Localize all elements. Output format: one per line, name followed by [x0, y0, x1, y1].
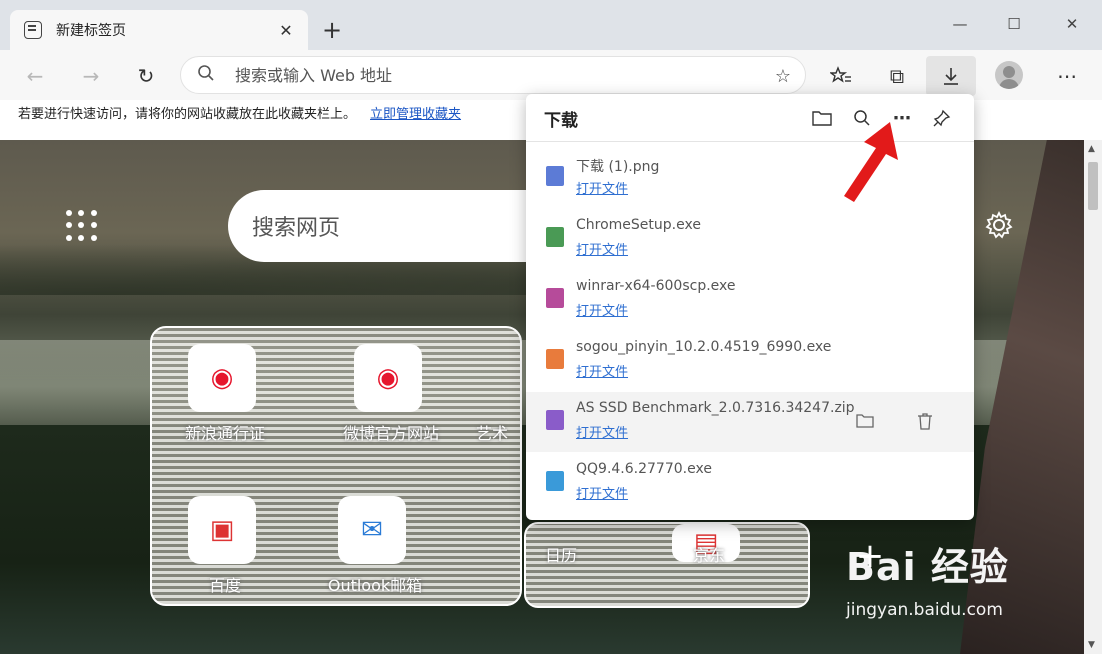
favorites-bar-hint: 若要进行快速访问，请将你的网站收藏放在此收藏夹栏上。 [18, 107, 357, 122]
downloads-title: 下载 [544, 111, 578, 131]
collections-button[interactable]: ⧉ [880, 59, 914, 93]
outlook-icon: ✉ [338, 496, 406, 564]
downloads-button[interactable] [926, 56, 976, 96]
page-scrollbar[interactable]: ▲ ▼ [1084, 140, 1102, 654]
download-filename: 下载 (1).png [576, 159, 660, 175]
qq-file-icon [546, 471, 564, 491]
open-downloads-folder-icon[interactable] [808, 104, 836, 132]
scroll-thumb[interactable] [1088, 162, 1098, 210]
pin-icon[interactable] [928, 104, 956, 132]
open-file-link[interactable]: 打开文件 [576, 239, 628, 258]
download-filename: AS SSD Benchmark_2.0.7316.34247.zip [576, 400, 855, 416]
quick-link-label: Outlook邮箱 [327, 576, 423, 595]
quick-link-tile[interactable]: ▣ 百度 [150, 496, 300, 596]
web-search-placeholder: 搜索网页 [252, 216, 341, 241]
watermark-url: jingyan.baidu.com [846, 600, 1003, 620]
tab-close-icon[interactable]: ✕ [276, 20, 296, 40]
address-bar[interactable]: ☆ [180, 56, 806, 94]
app-launcher-icon[interactable] [66, 210, 98, 242]
downloads-panel: 下载 ⋯ 下载 (1).png 打开文件 ChromeSetup.exe 打开文… [526, 94, 974, 520]
open-file-link[interactable]: 打开文件 [576, 361, 628, 380]
scroll-up-arrow-icon[interactable]: ▲ [1088, 144, 1095, 154]
quick-link-tile[interactable]: 艺术 [442, 344, 522, 444]
installer-file-icon [546, 227, 564, 247]
tab-title: 新建标签页 [56, 23, 126, 39]
open-file-link[interactable]: 打开文件 [576, 483, 628, 502]
download-item[interactable]: winrar-x64-600scp.exe 打开文件 [526, 270, 974, 330]
quick-link-label: 京东 [692, 546, 725, 565]
add-favorite-icon[interactable]: ☆ [771, 64, 795, 88]
download-filename: QQ9.4.6.27770.exe [576, 461, 712, 477]
quick-link-tile[interactable]: ✉ Outlook邮箱 [300, 496, 450, 596]
download-filename: winrar-x64-600scp.exe [576, 278, 736, 294]
download-filename: sogou_pinyin_10.2.0.4519_6990.exe [576, 339, 832, 355]
open-file-link[interactable]: 打开文件 [576, 178, 628, 197]
profile-avatar[interactable] [995, 61, 1023, 89]
quick-link-label: 艺术 [475, 424, 508, 443]
delete-icon[interactable] [912, 408, 938, 434]
image-file-icon [546, 166, 564, 186]
search-icon [197, 64, 219, 86]
favorites-button[interactable] [824, 59, 858, 93]
address-input[interactable] [235, 65, 735, 85]
download-item[interactable]: 下载 (1).png 打开文件 [526, 148, 974, 208]
minimize-button[interactable]: — [940, 10, 980, 38]
quick-link-label: 新浪通行证 [184, 424, 265, 443]
toolbar: ← → ↻ ☆ ⧉ ⋯ [0, 50, 1102, 100]
download-item[interactable]: sogou_pinyin_10.2.0.4519_6990.exe 打开文件 [526, 331, 974, 391]
sogou-file-icon [546, 349, 564, 369]
download-item[interactable]: ChromeSetup.exe 打开文件 [526, 209, 974, 269]
download-item[interactable]: AS SSD Benchmark_2.0.7316.34247.zip 打开文件 [526, 392, 974, 452]
maximize-button[interactable]: ☐ [994, 10, 1034, 38]
baidu-icon: ▣ [188, 496, 256, 564]
tab-strip: 新建标签页 ✕ + — ☐ ✕ [0, 0, 1102, 50]
manage-favorites-link[interactable]: 立即管理收藏夹 [370, 107, 461, 122]
show-in-folder-icon[interactable] [852, 408, 878, 434]
download-item[interactable]: QQ9.4.6.27770.exe 打开文件 [526, 453, 974, 513]
quick-links-row-2-more: 日历 ▤ 京东 [524, 522, 810, 608]
back-button[interactable]: ← [18, 59, 52, 93]
refresh-button[interactable]: ↻ [129, 59, 163, 93]
quick-link-tile[interactable]: ◉ 新浪通行证 [150, 344, 300, 444]
tab-new-tab[interactable]: 新建标签页 ✕ [10, 10, 308, 50]
weibo-icon: ◉ [188, 344, 256, 412]
quick-links-row-1-2: ◉ 新浪通行证 ◉ 微博官方网站 艺术 ▣ 百度 ✉ Outlook邮箱 [150, 326, 522, 606]
watermark-logo: Bai 经验 [846, 545, 1009, 589]
page-settings-gear-icon[interactable] [982, 208, 1016, 242]
web-search-box[interactable]: 搜索网页 [228, 190, 538, 262]
settings-more-button[interactable]: ⋯ [1050, 59, 1084, 93]
scroll-down-arrow-icon[interactable]: ▼ [1088, 640, 1095, 650]
quick-link-label: 百度 [208, 576, 241, 595]
download-filename: ChromeSetup.exe [576, 217, 701, 233]
window-close-button[interactable]: ✕ [1052, 10, 1092, 38]
forward-button[interactable]: → [74, 59, 108, 93]
new-tab-button[interactable]: + [318, 16, 346, 44]
downloads-header: 下载 ⋯ [526, 94, 974, 142]
open-file-link[interactable]: 打开文件 [576, 422, 628, 441]
winrar-file-icon [546, 288, 564, 308]
red-arrow-annotation [844, 122, 898, 202]
baidu-jingyan-watermark: Bai 经验 jingyan.baidu.com [846, 536, 1046, 636]
archive-file-icon [546, 410, 564, 430]
new-tab-page-icon [24, 21, 42, 39]
open-file-link[interactable]: 打开文件 [576, 300, 628, 319]
quick-link-label: 日历 [544, 546, 577, 565]
weibo-icon: ◉ [354, 344, 422, 412]
